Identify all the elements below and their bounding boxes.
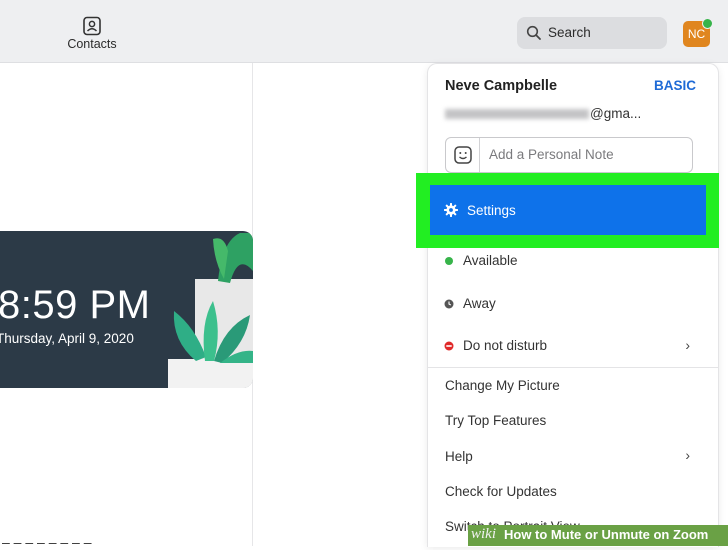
watermark-title: How to Mute or Unmute on Zoom (504, 527, 709, 542)
email-suffix: @gma... (590, 106, 642, 121)
avatar[interactable]: NC (683, 18, 713, 47)
settings-label: Settings (467, 203, 516, 218)
search-button[interactable]: Search (517, 17, 667, 49)
avatar-initials: NC (687, 27, 706, 41)
do-not-disturb-icon (444, 341, 454, 351)
watermark-brand: wiki (471, 526, 496, 542)
contacts-label: Contacts (67, 37, 117, 51)
gear-icon (444, 203, 458, 217)
partial-text: – – – – – – – – (2, 534, 92, 550)
top-bar: Contacts Search NC (0, 0, 728, 63)
user-name: Neve Campbelle (445, 78, 558, 94)
menu-item-help[interactable]: Help (445, 449, 473, 464)
clock-date: Thursday, April 9, 2020 (0, 331, 134, 346)
search-icon (526, 25, 541, 40)
search-label: Search (548, 25, 591, 40)
status-available-label: Available (463, 253, 518, 268)
online-status-dot (702, 18, 713, 29)
chevron-right-icon: › (685, 447, 690, 463)
status-away-label: Away (463, 296, 496, 311)
email-redacted (445, 109, 589, 120)
status-dnd-label: Do not disturb (463, 338, 548, 353)
personal-note-field[interactable]: Add a Personal Note (445, 137, 693, 173)
clock-card: 8:59 PM Thursday, April 9, 2020 (0, 231, 253, 388)
menu-separator (428, 367, 718, 368)
menu-item-check-updates[interactable]: Check for Updates (445, 484, 557, 499)
note-placeholder: Add a Personal Note (489, 147, 614, 162)
plan-badge: BASIC (653, 78, 696, 93)
available-status-icon (445, 257, 453, 265)
menu-item-change-picture[interactable]: Change My Picture (445, 378, 560, 393)
away-clock-icon (444, 299, 454, 309)
user-email: @gma... (445, 106, 641, 121)
contacts-tab[interactable]: Contacts (62, 14, 122, 51)
menu-item-top-features[interactable]: Try Top Features (445, 413, 546, 428)
contacts-icon (83, 16, 101, 36)
wikihow-watermark: wiki How to Mute or Unmute on Zoom (468, 525, 728, 546)
chevron-right-icon: › (685, 337, 690, 353)
clock-time: 8:59 PM (0, 283, 151, 327)
profile-menu: Neve Campbelle BASIC @gma... Add a Perso… (427, 63, 719, 547)
smiley-icon (454, 146, 472, 164)
emoji-button[interactable] (446, 138, 480, 172)
menu-item-settings[interactable]: Settings (430, 185, 706, 235)
